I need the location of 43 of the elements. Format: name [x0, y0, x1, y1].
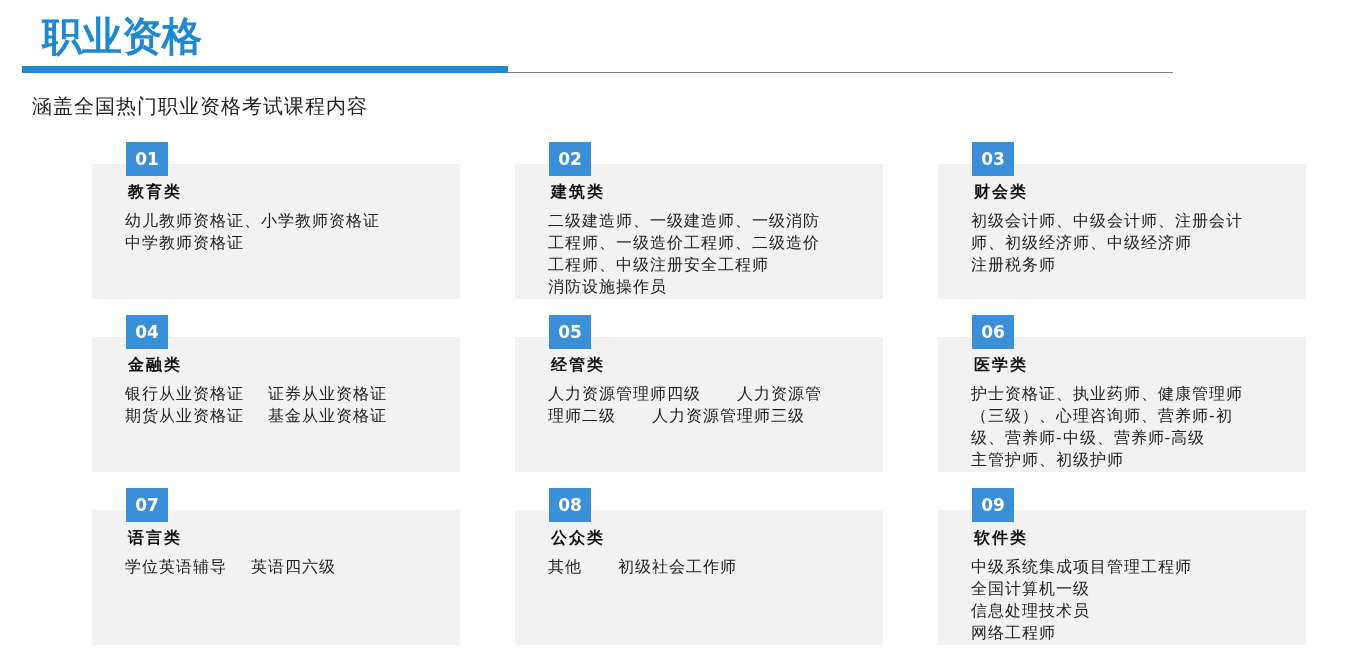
- category-name: 公众类: [551, 528, 605, 549]
- number-badge: 09: [972, 488, 1014, 522]
- certificate-text: 二级建造师、一级建造师、一级消防: [548, 211, 820, 232]
- certificate-text: 信息处理技术员: [971, 601, 1091, 622]
- certificate-text: 网络工程师: [971, 623, 1057, 644]
- certificate-text: 全国计算机一级: [971, 579, 1091, 600]
- certificate-text: 师、初级经济师、中级经济师: [971, 233, 1193, 254]
- certificate-text: 人力资源管理师四级 人力资源管: [548, 384, 822, 405]
- subtitle: 涵盖全国热门职业资格考试课程内容: [32, 93, 369, 120]
- certificate-text: 期货从业资格证 基金从业资格证: [125, 406, 387, 427]
- category-name: 金融类: [128, 355, 182, 376]
- certificate-text: 理师二级 人力资源管理师三级: [548, 406, 806, 427]
- category-name: 医学类: [974, 355, 1028, 376]
- certificate-text: 级、营养师-中级、营养师-高级: [971, 428, 1207, 449]
- number-badge: 04: [126, 315, 168, 349]
- category-name: 建筑类: [551, 182, 605, 203]
- certificate-text: 学位英语辅导 英语四六级: [125, 557, 336, 578]
- number-badge: 07: [126, 488, 168, 522]
- number-badge: 06: [972, 315, 1014, 349]
- category-name: 软件类: [974, 528, 1028, 549]
- number-badge: 03: [972, 142, 1014, 176]
- number-badge: 05: [549, 315, 591, 349]
- certificate-text: 工程师、一级造价工程师、二级造价: [548, 233, 820, 254]
- certificate-text: 注册税务师: [971, 255, 1057, 276]
- certificate-text: 中学教师资格证: [125, 233, 245, 254]
- certificate-text: 工程师、中级注册安全工程师: [548, 255, 770, 276]
- number-badge: 01: [126, 142, 168, 176]
- certificate-text: 消防设施操作员: [548, 277, 668, 298]
- certificate-text: 护士资格证、执业药师、健康管理师: [971, 384, 1243, 405]
- certificate-text: 主管护师、初级护师: [971, 450, 1125, 471]
- certificate-text: 幼儿教师资格证、小学教师资格证: [125, 211, 380, 232]
- certificate-text: 初级会计师、中级会计师、注册会计: [971, 211, 1243, 232]
- number-badge: 02: [549, 142, 591, 176]
- number-badge: 08: [549, 488, 591, 522]
- certificate-text: 银行从业资格证 证券从业资格证: [125, 384, 387, 405]
- category-name: 财会类: [974, 182, 1028, 203]
- certificate-text: （三级）、心理咨询师、营养师-初: [971, 406, 1234, 427]
- category-name: 语言类: [128, 528, 182, 549]
- certificate-text: 中级系统集成项目管理工程师: [971, 557, 1192, 578]
- certificate-text: 其他 初级社会工作师: [548, 557, 737, 578]
- category-name: 经管类: [551, 355, 605, 376]
- category-name: 教育类: [128, 182, 182, 203]
- page-title: 职业资格: [42, 12, 203, 60]
